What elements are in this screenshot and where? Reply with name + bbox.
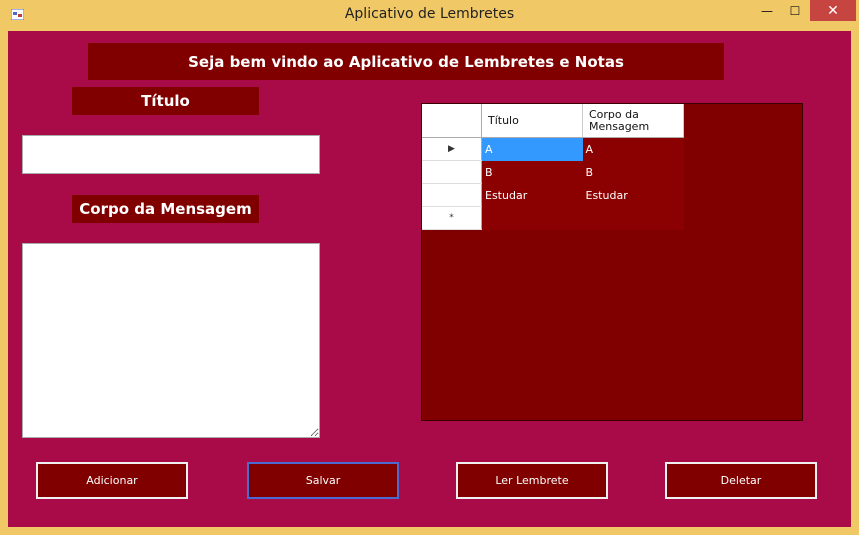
row-selector-icon[interactable]: ▶: [422, 137, 482, 161]
table-row[interactable]: B B: [422, 160, 684, 184]
cell-titulo[interactable]: [481, 206, 583, 230]
titulo-input[interactable]: [22, 135, 320, 174]
new-row-icon[interactable]: *: [422, 206, 482, 230]
cell-corpo[interactable]: B: [582, 160, 684, 184]
welcome-banner: Seja bem vindo ao Aplicativo de Lembrete…: [88, 43, 724, 80]
salvar-button[interactable]: Salvar: [247, 462, 399, 499]
window-title: Aplicativo de Lembretes: [344, 6, 515, 22]
cell-corpo[interactable]: [582, 206, 684, 230]
table-row-new[interactable]: *: [422, 206, 684, 230]
cell-titulo[interactable]: B: [481, 160, 583, 184]
title-bar: Aplicativo de Lembretes — ☐ ✕: [0, 0, 859, 31]
row-header[interactable]: [422, 183, 482, 207]
reminders-table: Título Corpo da Mensagem ▶ A A B B Estud…: [422, 104, 684, 230]
deletar-button[interactable]: Deletar: [665, 462, 817, 499]
ler-lembrete-button[interactable]: Ler Lembrete: [456, 462, 608, 499]
cell-titulo[interactable]: Estudar: [481, 183, 583, 207]
form-client-area: Seja bem vindo ao Aplicativo de Lembrete…: [8, 31, 851, 527]
close-button[interactable]: ✕: [810, 0, 856, 21]
titulo-label: Título: [72, 87, 259, 115]
table-row[interactable]: ▶ A A: [422, 137, 684, 161]
cell-corpo[interactable]: A: [582, 137, 684, 161]
grid-corner-header[interactable]: [422, 104, 482, 138]
column-header-titulo[interactable]: Título: [481, 104, 583, 138]
row-header[interactable]: [422, 160, 482, 184]
reminders-grid[interactable]: Título Corpo da Mensagem ▶ A A B B Estud…: [421, 103, 803, 421]
corpo-textarea[interactable]: [22, 243, 320, 438]
cell-titulo[interactable]: A: [481, 137, 583, 161]
corpo-label: Corpo da Mensagem: [72, 195, 259, 223]
table-row[interactable]: Estudar Estudar: [422, 183, 684, 207]
grid-header-row: Título Corpo da Mensagem: [422, 104, 684, 138]
minimize-button[interactable]: —: [754, 0, 780, 21]
cell-corpo[interactable]: Estudar: [582, 183, 684, 207]
column-header-corpo[interactable]: Corpo da Mensagem: [582, 104, 684, 138]
adicionar-button[interactable]: Adicionar: [36, 462, 188, 499]
maximize-button[interactable]: ☐: [782, 0, 808, 21]
